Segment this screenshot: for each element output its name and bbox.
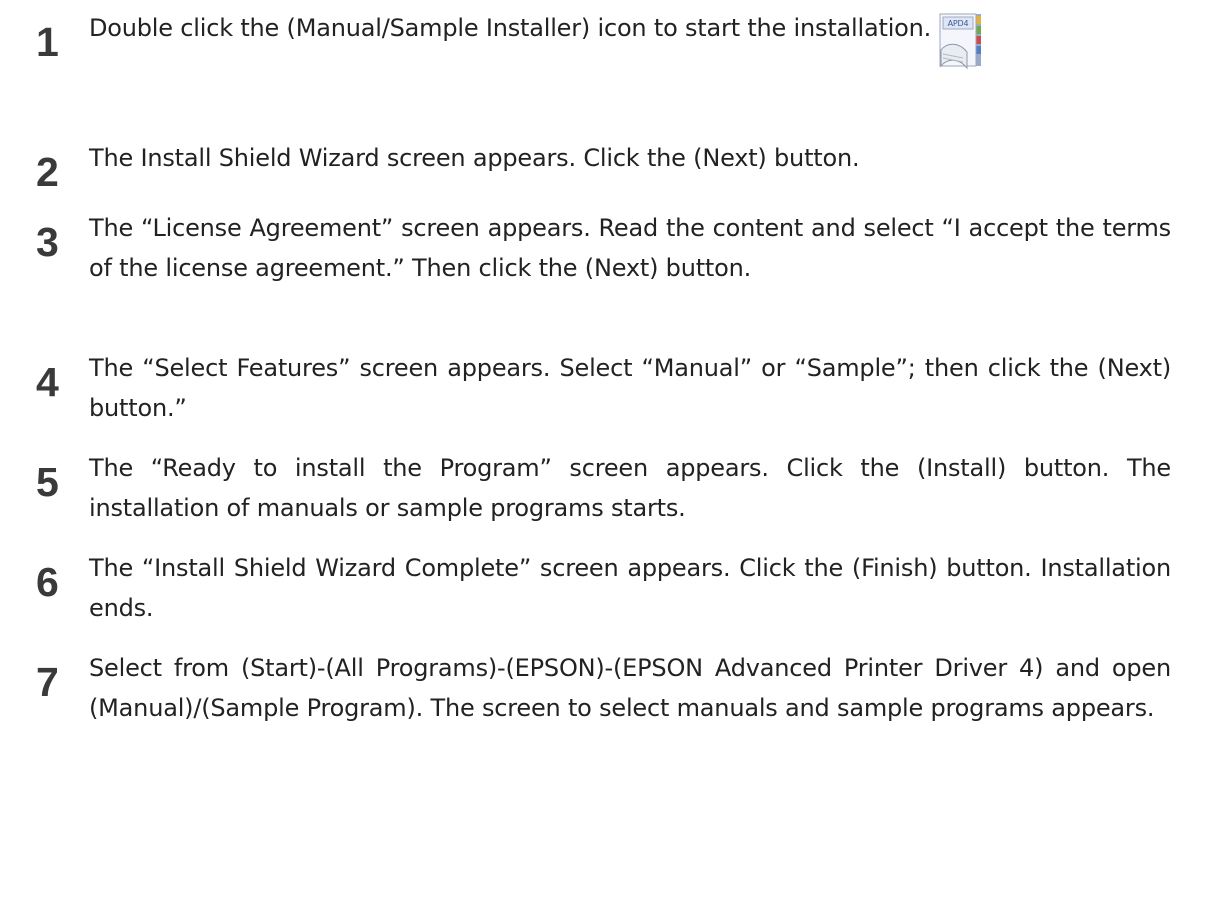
step-number: 2 <box>36 149 59 195</box>
step-text: Double click the (Manual/Sample Installe… <box>89 8 1171 70</box>
step-text: The “Select Features” screen appears. Se… <box>89 354 1171 422</box>
step-text: The “Install Shield Wizard Complete” scr… <box>89 554 1171 622</box>
installer-icon-label: APD4 <box>948 19 969 28</box>
step-number: 7 <box>36 659 59 705</box>
step-text: The “Ready to install the Program” scree… <box>89 454 1171 522</box>
step-text: The “License Agreement” screen appears. … <box>89 214 1171 282</box>
step-number: 3 <box>36 219 59 265</box>
installer-icon[interactable]: APD4 <box>937 12 983 70</box>
installer-document-icon: APD4 <box>939 13 982 70</box>
step-1-text: Double click the (Manual/Sample Installe… <box>89 14 932 42</box>
step-text: Select from (Start)-(All Programs)-(EPSO… <box>89 654 1171 722</box>
step-number: 5 <box>36 459 59 505</box>
installation-steps: 1 Double click the (Manual/Sample Instal… <box>0 0 1213 920</box>
step-number: 4 <box>36 359 59 405</box>
step-text: The Install Shield Wizard screen appears… <box>89 144 860 172</box>
step-number: 1 <box>36 19 59 65</box>
step-number: 6 <box>36 559 59 605</box>
